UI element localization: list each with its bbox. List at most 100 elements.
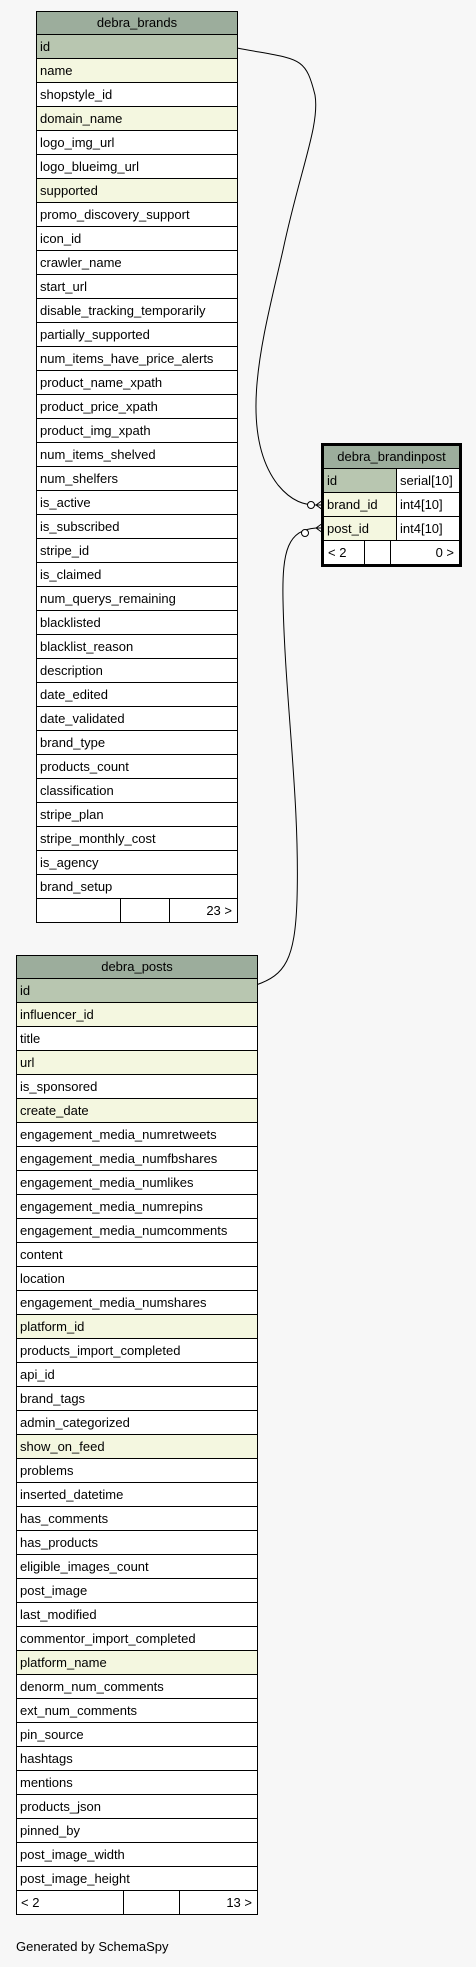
table-row[interactable]: pinned_by bbox=[17, 1819, 257, 1843]
table-row[interactable]: blacklisted bbox=[37, 611, 237, 635]
table-row[interactable]: post_image bbox=[17, 1579, 257, 1603]
table-row[interactable]: icon_id bbox=[37, 227, 237, 251]
table-footer: < 2 0 > bbox=[324, 541, 459, 564]
table-row[interactable]: logo_blueimg_url bbox=[37, 155, 237, 179]
table-row[interactable]: mentions bbox=[17, 1771, 257, 1795]
table-row[interactable]: is_agency bbox=[37, 851, 237, 875]
table-row[interactable]: denorm_num_comments bbox=[17, 1675, 257, 1699]
table-row[interactable]: is_active bbox=[37, 491, 237, 515]
table-row[interactable]: is_subscribed bbox=[37, 515, 237, 539]
table-row[interactable]: description bbox=[37, 659, 237, 683]
column-name: engagement_media_numcomments bbox=[20, 1223, 228, 1238]
table-row[interactable]: last_modified bbox=[17, 1603, 257, 1627]
table-row[interactable]: engagement_media_numcomments bbox=[17, 1219, 257, 1243]
table-row[interactable]: stripe_plan bbox=[37, 803, 237, 827]
table-row[interactable]: title bbox=[17, 1027, 257, 1051]
table-row[interactable]: stripe_monthly_cost bbox=[37, 827, 237, 851]
table-row[interactable]: product_img_xpath bbox=[37, 419, 237, 443]
column-name: post_id bbox=[324, 517, 397, 540]
table-row[interactable]: post_image_width bbox=[17, 1843, 257, 1867]
table-row[interactable]: logo_img_url bbox=[37, 131, 237, 155]
table-row[interactable]: ext_num_comments bbox=[17, 1699, 257, 1723]
table-debra-brands[interactable]: debra_brands id name shopstyle_id domain_na… bbox=[36, 11, 238, 923]
column-name: engagement_media_numshares bbox=[20, 1295, 207, 1310]
table-row[interactable]: start_url bbox=[37, 275, 237, 299]
table-row[interactable]: brand_id int4[10] bbox=[324, 493, 459, 517]
table-row[interactable]: classification bbox=[37, 779, 237, 803]
table-row[interactable]: promo_discovery_support bbox=[37, 203, 237, 227]
table-row[interactable]: platform_id bbox=[17, 1315, 257, 1339]
column-name: logo_blueimg_url bbox=[40, 159, 140, 174]
column-name: id bbox=[20, 983, 31, 998]
table-row[interactable]: partially_supported bbox=[37, 323, 237, 347]
table-row[interactable]: influencer_id bbox=[17, 1003, 257, 1027]
table-row[interactable]: products_import_completed bbox=[17, 1339, 257, 1363]
table-row[interactable]: domain_name bbox=[37, 107, 237, 131]
table-row[interactable]: show_on_feed bbox=[17, 1435, 257, 1459]
table-row[interactable]: num_querys_remaining bbox=[37, 587, 237, 611]
table-row[interactable]: api_id bbox=[17, 1363, 257, 1387]
table-row[interactable]: admin_categorized bbox=[17, 1411, 257, 1435]
table-row[interactable]: location bbox=[17, 1267, 257, 1291]
table-row[interactable]: name bbox=[37, 59, 237, 83]
table-row[interactable]: create_date bbox=[17, 1099, 257, 1123]
table-row[interactable]: blacklist_reason bbox=[37, 635, 237, 659]
table-row[interactable]: num_items_have_price_alerts bbox=[37, 347, 237, 371]
table-row[interactable]: engagement_media_numlikes bbox=[17, 1171, 257, 1195]
table-row[interactable]: products_json bbox=[17, 1795, 257, 1819]
table-row[interactable]: brand_setup bbox=[37, 875, 237, 899]
table-row[interactable]: date_validated bbox=[37, 707, 237, 731]
table-row[interactable]: product_name_xpath bbox=[37, 371, 237, 395]
table-row[interactable]: is_claimed bbox=[37, 563, 237, 587]
table-row[interactable]: engagement_media_numretweets bbox=[17, 1123, 257, 1147]
table-row[interactable]: pin_source bbox=[17, 1723, 257, 1747]
table-row[interactable]: engagement_media_numshares bbox=[17, 1291, 257, 1315]
table-row[interactable]: num_shelfers bbox=[37, 467, 237, 491]
table-row[interactable]: supported bbox=[37, 179, 237, 203]
table-row[interactable]: num_items_shelved bbox=[37, 443, 237, 467]
column-name: hashtags bbox=[20, 1751, 73, 1766]
table-row[interactable]: eligible_images_count bbox=[17, 1555, 257, 1579]
column-name: domain_name bbox=[40, 111, 123, 126]
table-row[interactable]: engagement_media_numrepins bbox=[17, 1195, 257, 1219]
table-footer: 23 > bbox=[37, 899, 237, 922]
table-row[interactable]: platform_name bbox=[17, 1651, 257, 1675]
table-row[interactable]: date_edited bbox=[37, 683, 237, 707]
table-row[interactable]: problems bbox=[17, 1459, 257, 1483]
column-name: date_edited bbox=[40, 687, 108, 702]
column-name: eligible_images_count bbox=[20, 1559, 149, 1574]
table-row[interactable]: inserted_datetime bbox=[17, 1483, 257, 1507]
table-row[interactable]: commentor_import_completed bbox=[17, 1627, 257, 1651]
rel-brands-to-brandinpost bbox=[236, 47, 317, 506]
table-row[interactable]: stripe_id bbox=[37, 539, 237, 563]
table-row[interactable]: brand_type bbox=[37, 731, 237, 755]
table-row[interactable]: post_id int4[10] bbox=[324, 517, 459, 541]
column-name: has_comments bbox=[20, 1511, 109, 1526]
table-debra-posts[interactable]: debra_posts id influencer_id title url is_sp… bbox=[16, 955, 258, 1915]
table-row[interactable]: product_price_xpath bbox=[37, 395, 237, 419]
table-row[interactable]: disable_tracking_temporarily bbox=[37, 299, 237, 323]
column-name: ext_num_comments bbox=[20, 1703, 138, 1718]
table-row[interactable]: products_count bbox=[37, 755, 237, 779]
table-row[interactable]: post_image_height bbox=[17, 1867, 257, 1891]
table-row[interactable]: id bbox=[37, 35, 237, 59]
column-name: stripe_id bbox=[40, 543, 90, 558]
table-row[interactable]: id bbox=[17, 979, 257, 1003]
column-name: date_validated bbox=[40, 711, 125, 726]
table-row[interactable]: is_sponsored bbox=[17, 1075, 257, 1099]
table-row[interactable]: has_comments bbox=[17, 1507, 257, 1531]
table-row[interactable]: url bbox=[17, 1051, 257, 1075]
table-row[interactable]: has_products bbox=[17, 1531, 257, 1555]
generated-by-label: Generated by SchemaSpy bbox=[16, 1939, 169, 1954]
column-name: admin_categorized bbox=[20, 1415, 130, 1430]
table-row[interactable]: id serial[10] bbox=[324, 469, 459, 493]
table-row[interactable]: shopstyle_id bbox=[37, 83, 237, 107]
table-row[interactable]: engagement_media_numfbshares bbox=[17, 1147, 257, 1171]
table-row[interactable]: brand_tags bbox=[17, 1387, 257, 1411]
table-debra-brandinpost[interactable]: debra_brandinpost id serial[10] brand_id in… bbox=[321, 443, 462, 567]
column-name: commentor_import_completed bbox=[20, 1631, 196, 1646]
table-row[interactable]: crawler_name bbox=[37, 251, 237, 275]
table-row[interactable]: content bbox=[17, 1243, 257, 1267]
table-row[interactable]: hashtags bbox=[17, 1747, 257, 1771]
rel-posts-optional-circle bbox=[301, 529, 309, 537]
